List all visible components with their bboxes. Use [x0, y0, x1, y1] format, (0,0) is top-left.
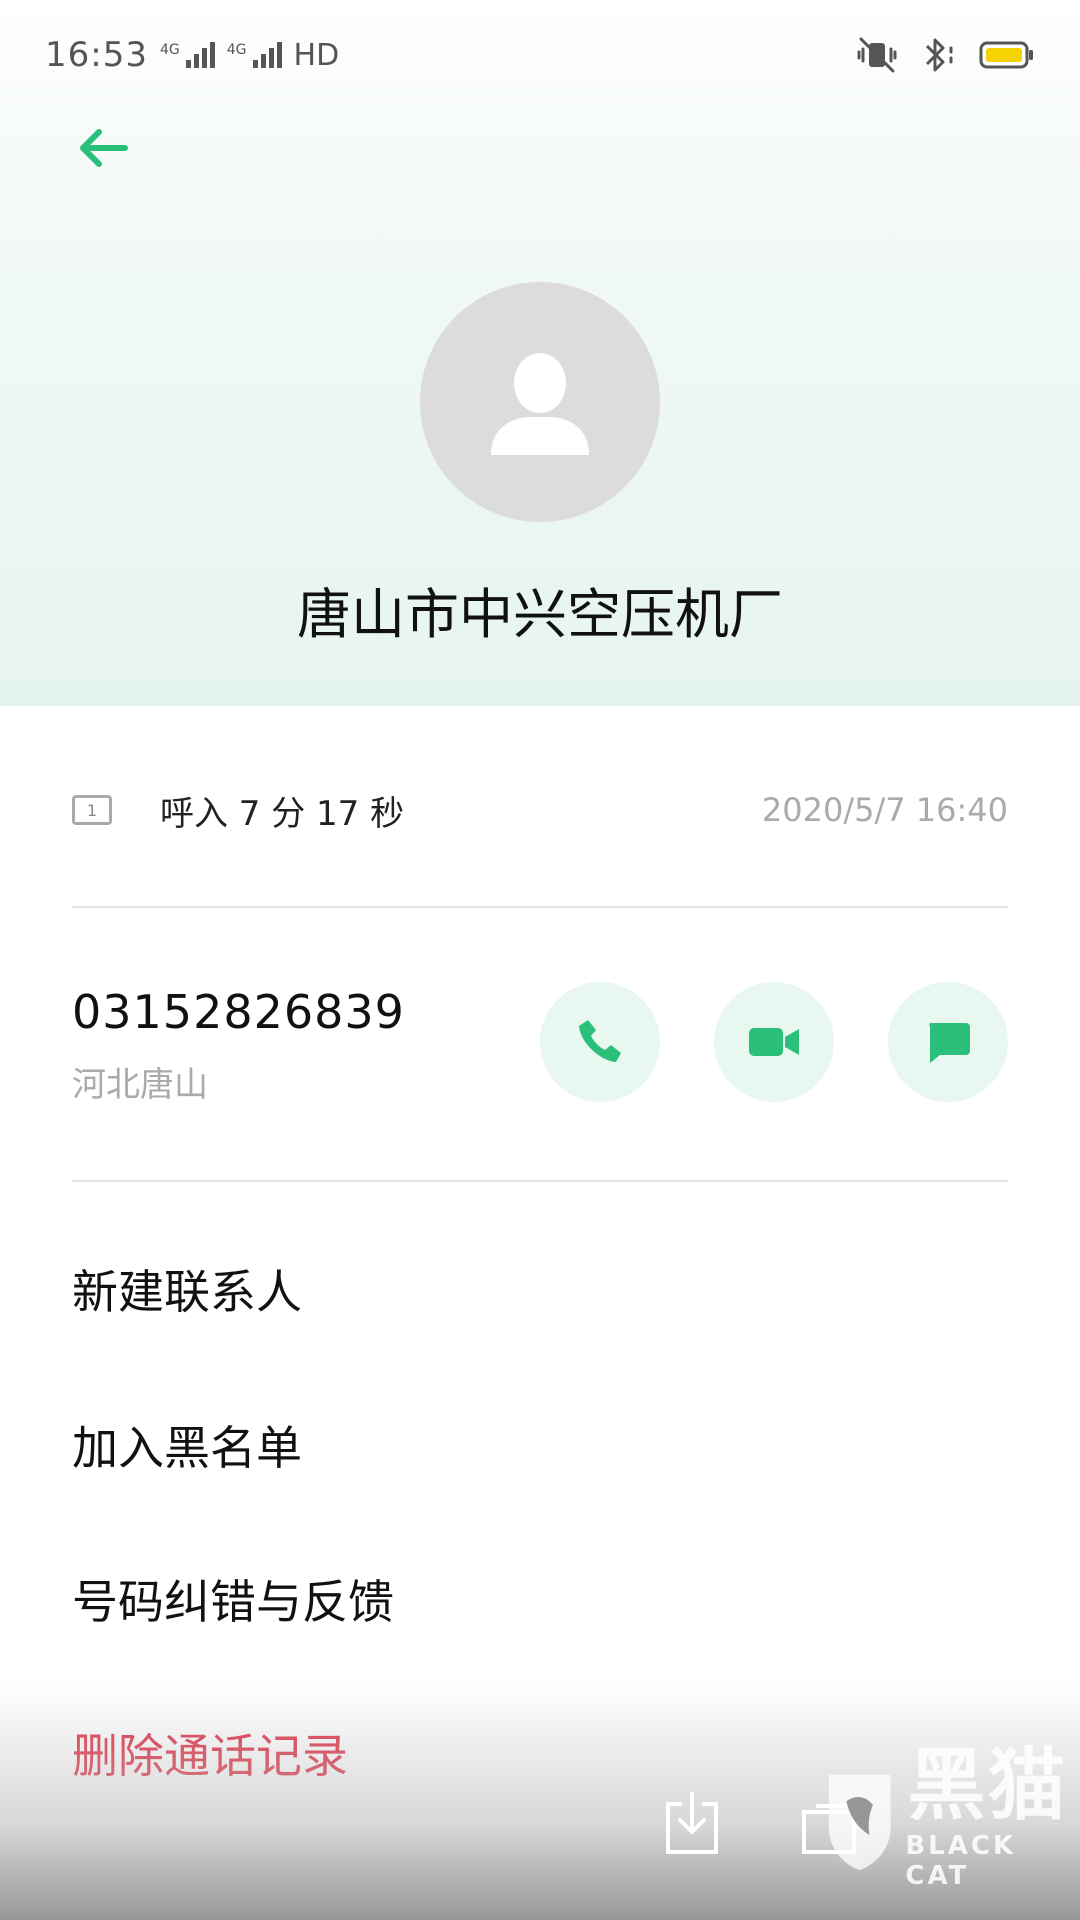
back-button[interactable] [72, 118, 132, 178]
phone-number-block[interactable]: 03152826839 河北唐山 [72, 985, 405, 1106]
vibrate-mute-icon [857, 37, 897, 73]
contact-avatar [420, 282, 660, 522]
download-icon [666, 1792, 718, 1854]
status-bar: 16:53 4G 4G HD [0, 0, 1080, 110]
video-call-button[interactable] [714, 982, 834, 1102]
add-to-blacklist-item[interactable]: 加入黑名单 [72, 1412, 302, 1478]
person-icon [491, 353, 589, 455]
number-location: 河北唐山 [72, 1065, 208, 1105]
call-datetime: 2020/5/7 16:40 [761, 791, 1008, 829]
signal-2-icon: 4G [227, 42, 282, 68]
black-cat-logo-icon [828, 1774, 891, 1871]
watermark-en: BLACK CAT [905, 1831, 1017, 1891]
network-2-label: 4G [226, 42, 247, 58]
status-time: 16:53 [45, 35, 148, 75]
status-right [855, 36, 1035, 74]
number-feedback-item[interactable]: 号码纠错与反馈 [72, 1566, 394, 1632]
hd-label: HD [293, 37, 340, 73]
divider [72, 1180, 1008, 1182]
call-button[interactable] [540, 982, 660, 1102]
phone-icon [579, 1020, 621, 1062]
sim-number: 1 [86, 800, 98, 820]
battery-icon [979, 41, 1033, 69]
signal-1-icon: 4G [160, 42, 215, 68]
watermark-cn: 黑猫 [907, 1741, 1068, 1831]
call-log-row: 1 呼入 7 分 17 秒 2020/5/7 16:40 [72, 770, 1008, 850]
black-cat-watermark: 黑猫 BLACK CAT [820, 1724, 1070, 1914]
divider [72, 906, 1008, 908]
back-arrow-icon [80, 129, 128, 167]
watermark-text: 黑猫 BLACK CAT [905, 1747, 1070, 1891]
call-summary: 呼入 7 分 17 秒 [160, 793, 405, 834]
message-icon [929, 1023, 970, 1063]
message-button[interactable] [888, 982, 1008, 1102]
phone-number[interactable]: 03152826839 [72, 985, 405, 1039]
delete-call-log-item[interactable]: 删除通话记录 [72, 1720, 348, 1786]
status-left: 16:53 4G 4G HD [45, 35, 339, 75]
sim-card-icon: 1 [72, 795, 112, 825]
video-camera-icon [749, 1028, 799, 1056]
save-screenshot-button[interactable] [664, 1792, 720, 1860]
contact-name: 唐山市中兴空压机厂 [297, 583, 783, 646]
network-1-label: 4G [159, 42, 180, 58]
bluetooth-icon [925, 38, 953, 72]
new-contact-item[interactable]: 新建联系人 [72, 1256, 302, 1322]
